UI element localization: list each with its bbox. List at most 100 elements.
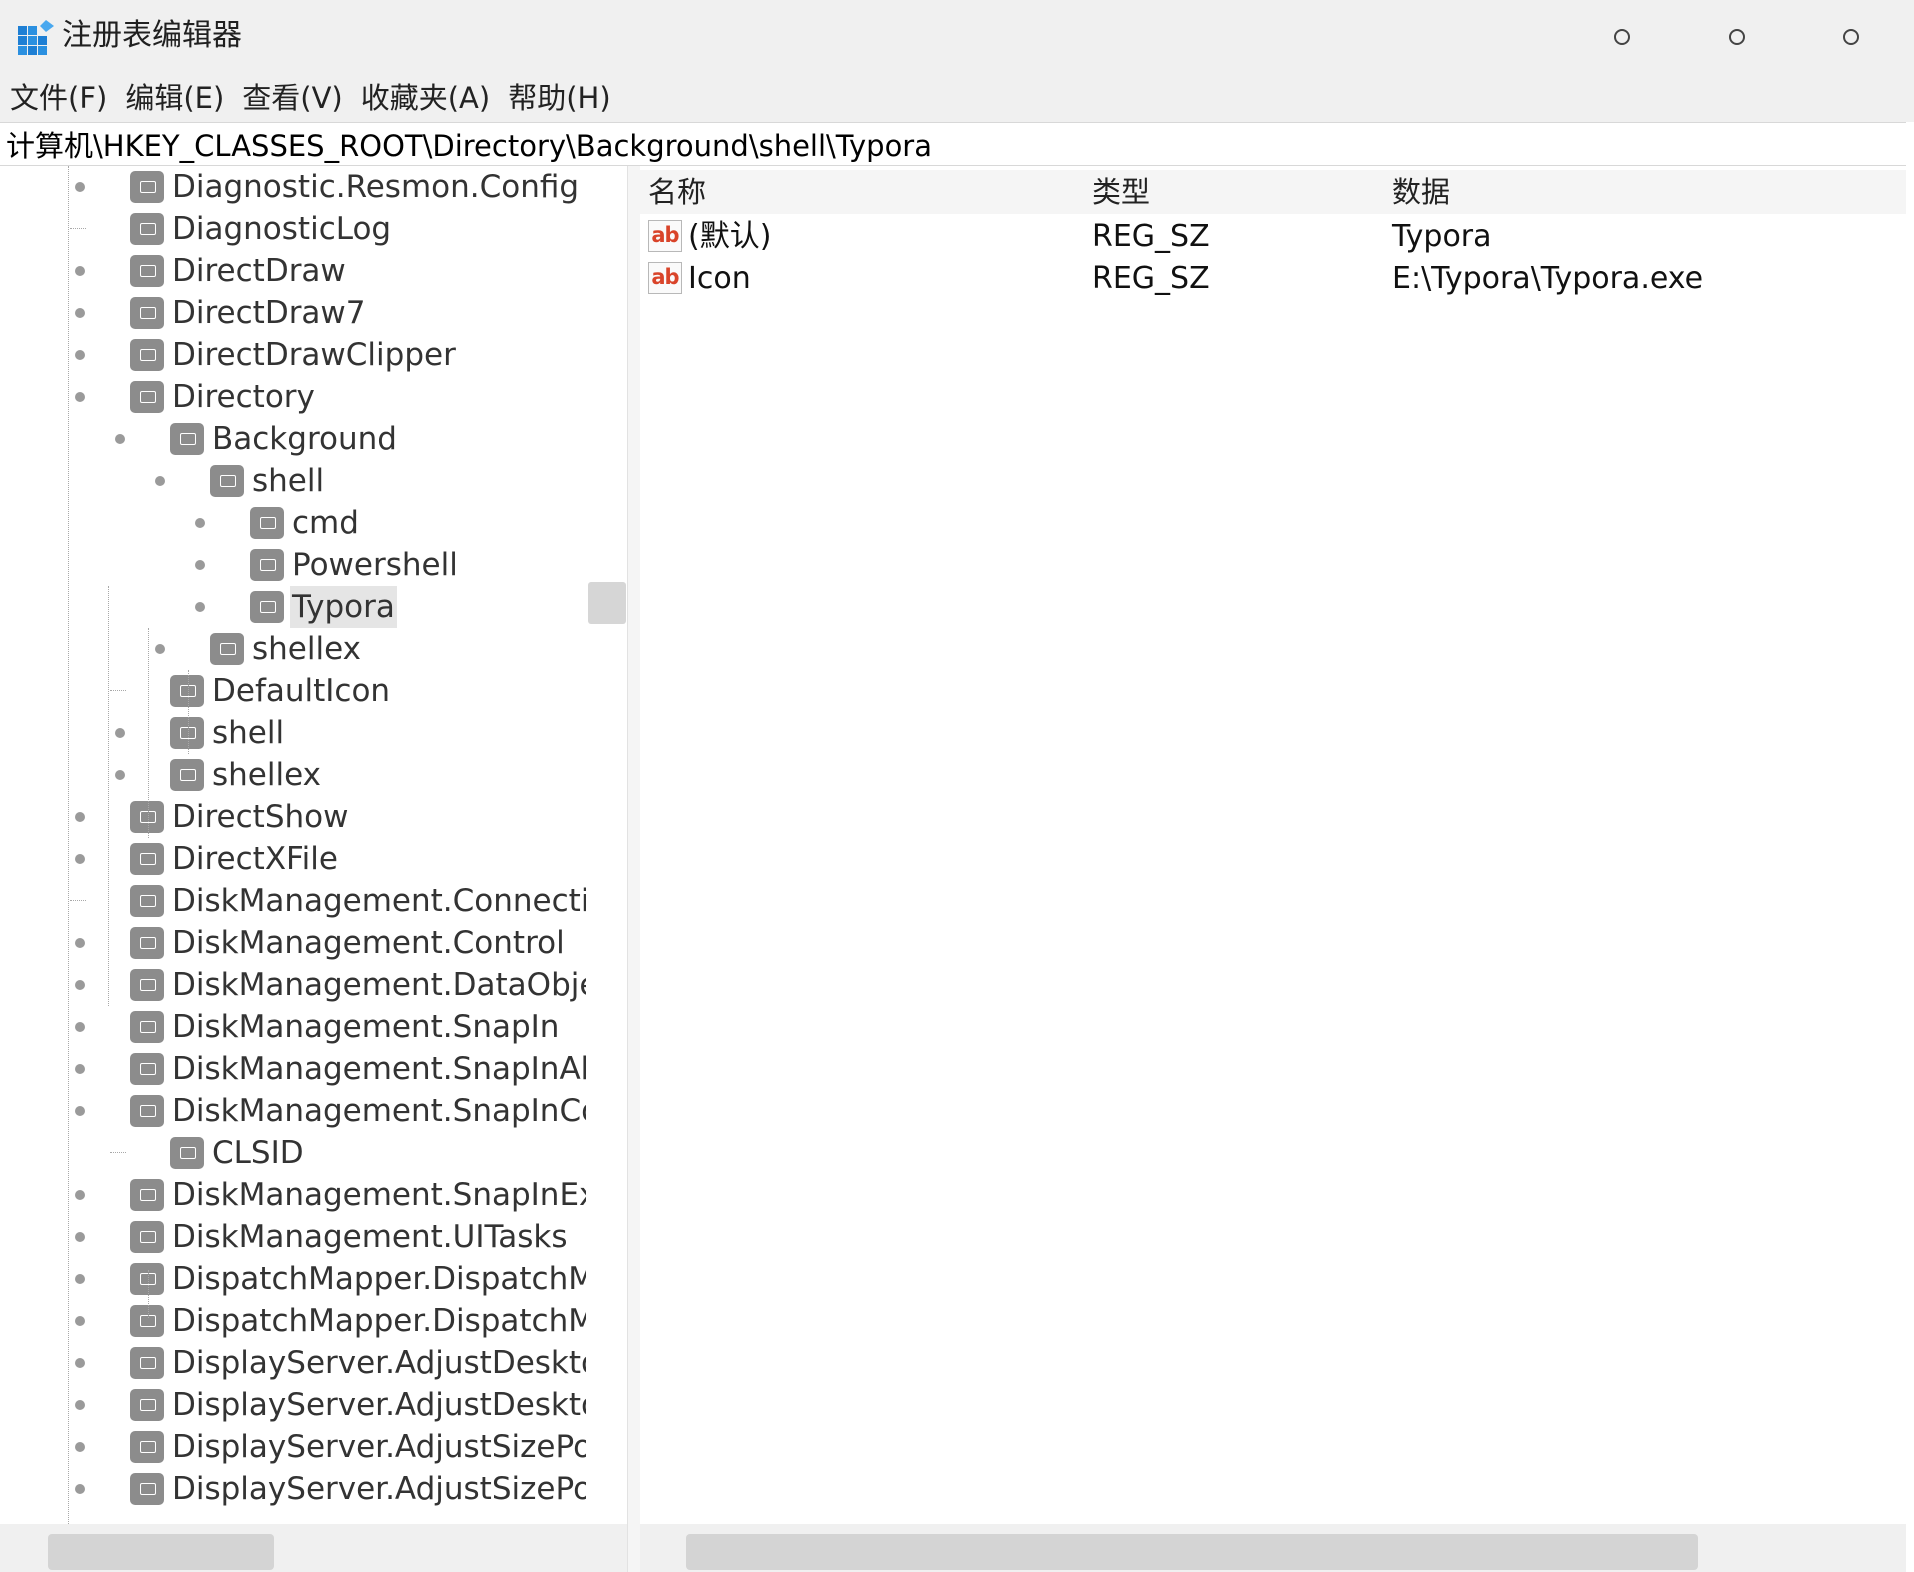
tree-node-label: Powershell	[292, 547, 458, 583]
tree-node-diskmanagement-snapinabout[interactable]: DiskManagement.SnapInAbout	[0, 1048, 586, 1090]
list-header: 名称 类型 数据	[640, 170, 1906, 214]
expand-icon[interactable]	[75, 1106, 85, 1116]
tree-node-dispatchmapper-dispatchmapper-1[interactable]: DispatchMapper.DispatchMapper.1	[0, 1300, 586, 1342]
folder-icon	[250, 507, 284, 539]
expand-icon[interactable]	[75, 938, 85, 948]
minimize-button[interactable]	[1607, 22, 1637, 52]
menu-favorites[interactable]: 收藏夹(A)	[359, 76, 492, 120]
tree-node-label: DiskManagement.Connection	[172, 883, 586, 919]
expand-icon[interactable]	[155, 644, 165, 654]
folder-icon	[130, 1305, 164, 1337]
menu-view[interactable]: 查看(V)	[240, 76, 344, 120]
folder-icon	[130, 339, 164, 371]
menu-help[interactable]: 帮助(H)	[506, 76, 612, 120]
column-header-type[interactable]: 类型	[1092, 170, 1150, 214]
expand-icon[interactable]	[75, 308, 85, 318]
list-horizontal-scrollbar[interactable]	[640, 1524, 1906, 1572]
tree-node-shellex[interactable]: shellex	[0, 628, 586, 670]
expand-icon[interactable]	[75, 1400, 85, 1410]
tree-node-powershell[interactable]: Powershell	[0, 544, 586, 586]
folder-icon	[170, 423, 204, 455]
folder-icon	[250, 549, 284, 581]
tree-node-dispatchmapper-dispatchmapper[interactable]: DispatchMapper.DispatchMapper	[0, 1258, 586, 1300]
expand-icon[interactable]	[75, 1484, 85, 1494]
tree-node-diskmanagement-uitasks[interactable]: DiskManagement.UITasks	[0, 1216, 586, 1258]
expand-icon[interactable]	[75, 392, 85, 402]
expand-icon[interactable]	[115, 434, 125, 444]
value-row[interactable]: ab Icon REG_SZ E:\Typora\Typora.exe	[640, 258, 1906, 300]
menu-file[interactable]: 文件(F)	[8, 76, 109, 120]
tree-node-defaulticon[interactable]: DefaultIcon	[0, 670, 586, 712]
tree-node-diskmanagement-snapinextension[interactable]: DiskManagement.SnapInExtension	[0, 1174, 586, 1216]
expand-icon[interactable]	[75, 350, 85, 360]
expand-icon[interactable]	[195, 602, 205, 612]
tree-node-shell[interactable]: shell	[0, 460, 586, 502]
tree-horizontal-scrollbar-thumb[interactable]	[48, 1534, 274, 1570]
folder-icon	[130, 1053, 164, 1085]
tree-node-label: CLSID	[212, 1135, 304, 1171]
tree-node-shellex[interactable]: shellex	[0, 754, 586, 796]
folder-icon	[130, 1179, 164, 1211]
string-value-icon: ab	[648, 220, 682, 252]
expand-icon[interactable]	[195, 560, 205, 570]
expand-icon[interactable]	[75, 854, 85, 864]
expand-icon[interactable]	[115, 770, 125, 780]
tree-node-label: Diagnostic.Resmon.Config	[172, 169, 580, 205]
tree-node-displayserver-adjustdesktop[interactable]: DisplayServer.AdjustDesktop	[0, 1342, 586, 1384]
tree-node-diagnostic-resmon-config[interactable]: Diagnostic.Resmon.Config	[0, 166, 586, 208]
folder-icon	[130, 1221, 164, 1253]
tree-node-diskmanagement-snapin[interactable]: DiskManagement.SnapIn	[0, 1006, 586, 1048]
expand-icon[interactable]	[75, 1316, 85, 1326]
tree-node-label: DefaultIcon	[212, 673, 391, 709]
title-bar[interactable]: 注册表编辑器	[0, 0, 1914, 74]
tree-node-diskmanagement-control[interactable]: DiskManagement.Control	[0, 922, 586, 964]
expand-icon[interactable]	[75, 1232, 85, 1242]
expand-icon[interactable]	[75, 812, 85, 822]
tree-node-background[interactable]: Background	[0, 418, 586, 460]
expand-icon[interactable]	[75, 1442, 85, 1452]
tree-node-diagnosticlog[interactable]: DiagnosticLog	[0, 208, 586, 250]
tree-node-directxfile[interactable]: DirectXFile	[0, 838, 586, 880]
tree-horizontal-scrollbar[interactable]	[0, 1524, 627, 1572]
expand-icon[interactable]	[75, 980, 85, 990]
tree-node-directdrawclipper[interactable]: DirectDrawClipper	[0, 334, 586, 376]
column-header-data[interactable]: 数据	[1392, 170, 1450, 214]
expand-icon[interactable]	[75, 1022, 85, 1032]
address-input[interactable]	[6, 123, 1896, 165]
tree-node-label: DisplayServer.AdjustDesktop	[172, 1345, 586, 1381]
close-button[interactable]	[1836, 22, 1866, 52]
tree-node-label: DiskManagement.SnapInComponent	[172, 1093, 586, 1129]
menu-edit[interactable]: 编辑(E)	[123, 76, 226, 120]
expand-icon[interactable]	[75, 182, 85, 192]
tree-node-diskmanagement-snapincomponent[interactable]: DiskManagement.SnapInComponent	[0, 1090, 586, 1132]
expand-icon[interactable]	[75, 1358, 85, 1368]
string-value-icon: ab	[648, 262, 682, 294]
expand-icon[interactable]	[75, 1190, 85, 1200]
expand-icon[interactable]	[75, 266, 85, 276]
list-horizontal-scrollbar-thumb[interactable]	[686, 1534, 1698, 1570]
column-header-name[interactable]: 名称	[648, 170, 706, 214]
tree-node-shell[interactable]: shell	[0, 712, 586, 754]
maximize-button[interactable]	[1722, 22, 1752, 52]
tree-node-displayserver-adjustdesktop-1[interactable]: DisplayServer.AdjustDesktop.1	[0, 1384, 586, 1426]
expand-icon[interactable]	[195, 518, 205, 528]
tree-node-directdraw[interactable]: DirectDraw	[0, 250, 586, 292]
tree-node-directshow[interactable]: DirectShow	[0, 796, 586, 838]
tree-node-diskmanagement-dataobject[interactable]: DiskManagement.DataObject	[0, 964, 586, 1006]
tree-vertical-scrollbar-thumb[interactable]	[588, 582, 626, 624]
folder-icon	[130, 969, 164, 1001]
tree-node-displayserver-adjustsizepose[interactable]: DisplayServer.AdjustSizePosE	[0, 1426, 586, 1468]
tree-node-clsid[interactable]: CLSID	[0, 1132, 586, 1174]
expand-icon[interactable]	[155, 476, 165, 486]
tree-node-displayserver-adjustsizepose-1[interactable]: DisplayServer.AdjustSizePosE.1	[0, 1468, 586, 1510]
tree-node-directory[interactable]: Directory	[0, 376, 586, 418]
expand-icon[interactable]	[115, 728, 125, 738]
tree-node-cmd[interactable]: cmd	[0, 502, 586, 544]
pane-splitter[interactable]	[628, 166, 640, 1572]
value-row[interactable]: ab (默认) REG_SZ Typora	[640, 216, 1906, 258]
tree-node-directdraw7[interactable]: DirectDraw7	[0, 292, 586, 334]
tree-node-typora[interactable]: Typora	[0, 586, 586, 628]
tree-node-diskmanagement-connection[interactable]: DiskManagement.Connection	[0, 880, 586, 922]
expand-icon[interactable]	[75, 1274, 85, 1284]
expand-icon[interactable]	[75, 1064, 85, 1074]
